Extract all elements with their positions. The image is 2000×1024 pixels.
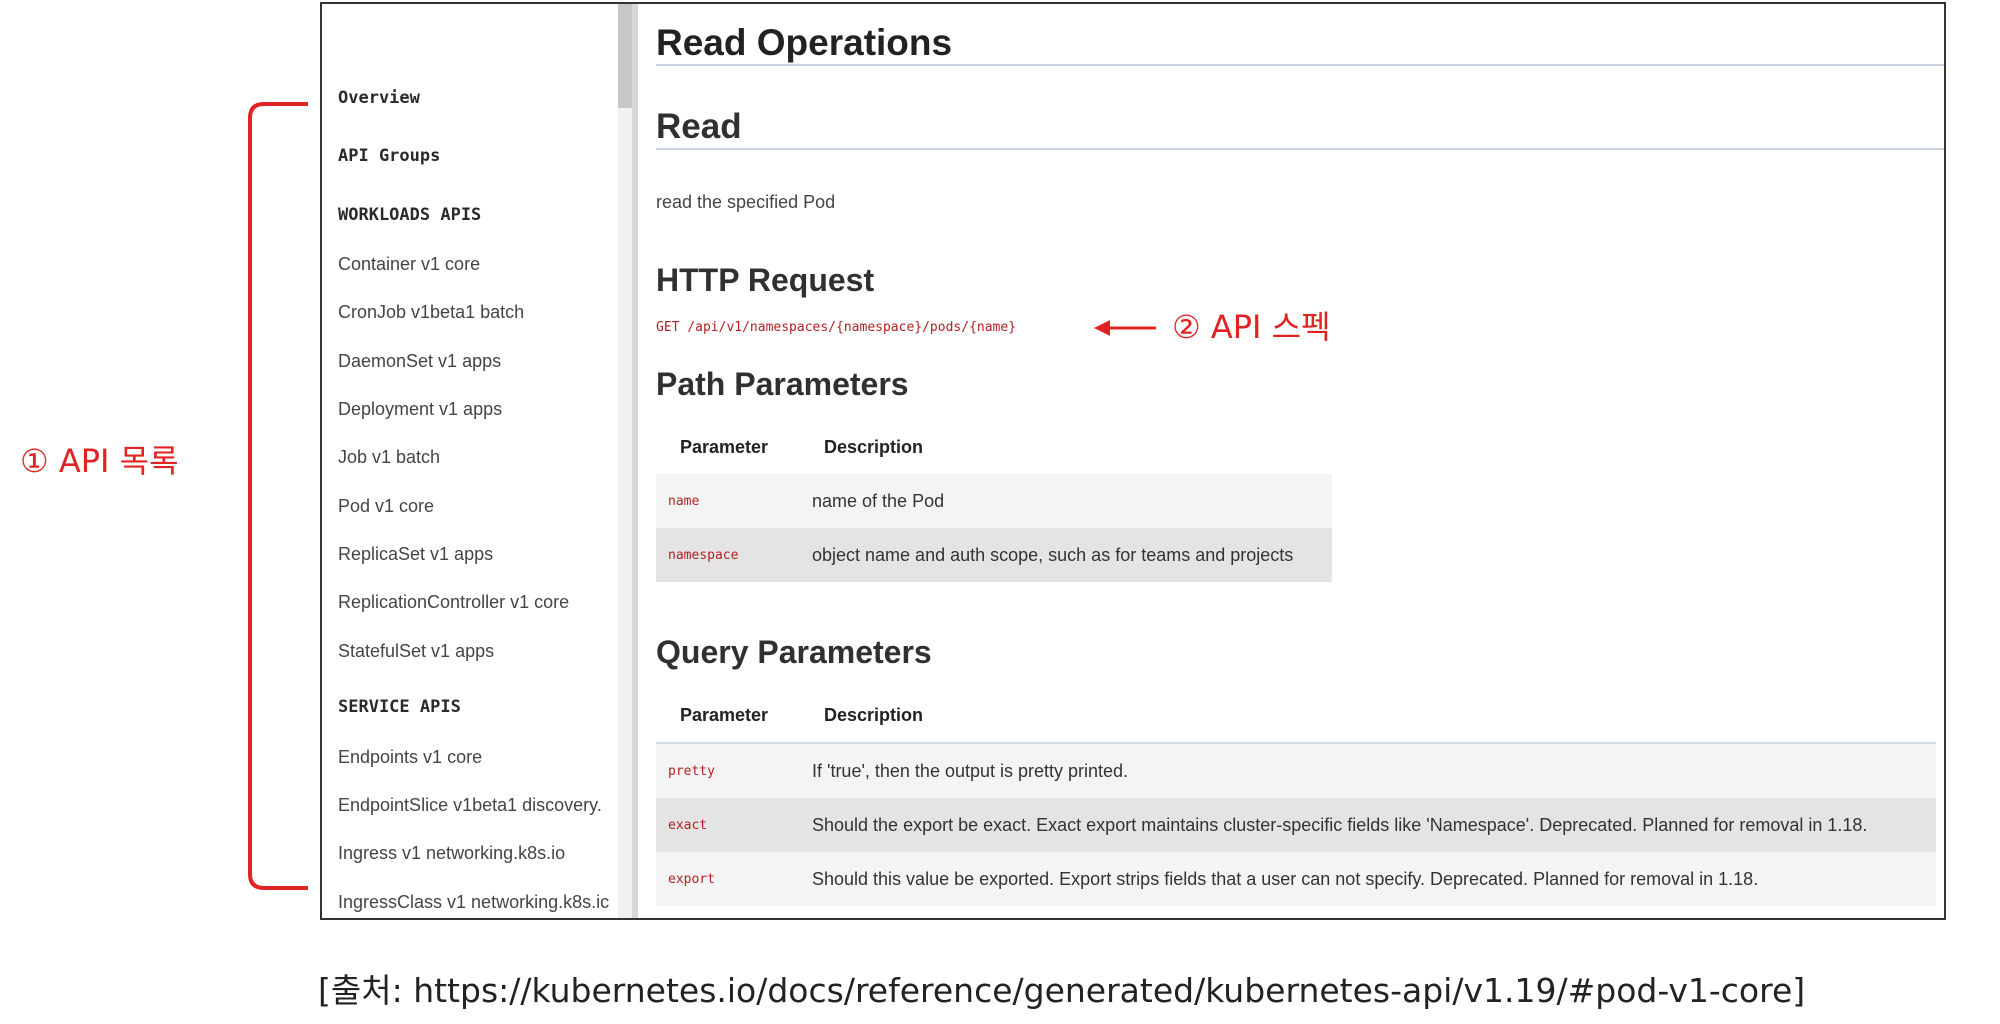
sidebar-scrollbar-thumb[interactable] xyxy=(618,4,632,108)
table-row: exact Should the export be exact. Exact … xyxy=(656,798,1936,852)
path-parameters-table: Parameter Description name name of the P… xyxy=(656,420,1332,582)
sidebar-item-replicaset[interactable]: ReplicaSet v1 apps xyxy=(338,544,493,565)
sidebar-item-cronjob[interactable]: CronJob v1beta1 batch xyxy=(338,302,524,323)
table-header-description: Description xyxy=(824,436,924,457)
sidebar-item-overview[interactable]: Overview xyxy=(338,88,420,108)
param-description: object name and auth scope, such as for … xyxy=(800,528,1332,582)
param-description: name of the Pod xyxy=(800,474,1332,528)
sidebar-item-api-groups[interactable]: API Groups xyxy=(338,146,440,166)
sidebar-item-ingressclass[interactable]: IngressClass v1 networking.k8s.ic xyxy=(338,892,609,913)
param-name: name xyxy=(656,474,800,528)
table-row: namespace object name and auth scope, su… xyxy=(656,528,1332,582)
sidebar-item-replicationcontroller[interactable]: ReplicationController v1 core xyxy=(338,592,569,613)
sidebar-item-daemonset[interactable]: DaemonSet v1 apps xyxy=(338,351,501,372)
table-header-parameter: Parameter xyxy=(656,688,800,744)
path-parameters-heading: Path Parameters xyxy=(656,366,909,402)
query-parameters-table: Parameter Description pretty If 'true', … xyxy=(656,688,1936,906)
sidebar-section-workloads-apis[interactable]: WORKLOADS APIS xyxy=(338,205,481,225)
query-parameters-heading: Query Parameters xyxy=(656,634,932,670)
table-row: name name of the Pod xyxy=(656,474,1332,528)
operation-description: read the specified Pod xyxy=(656,192,836,212)
sidebar-section-service-apis[interactable]: SERVICE APIS xyxy=(338,697,461,717)
param-name: export xyxy=(656,852,800,906)
table-header-row: Parameter Description xyxy=(656,688,1936,744)
param-name: exact xyxy=(656,798,800,852)
table-header-parameter: Parameter xyxy=(680,436,769,457)
table-header-row: Parameter Description xyxy=(656,420,1332,474)
api-list-bracket-icon xyxy=(248,102,308,890)
sidebar-item-endpoints[interactable]: Endpoints v1 core xyxy=(338,747,482,768)
sidebar-item-statefulset[interactable]: StatefulSet v1 apps xyxy=(338,641,494,662)
http-request-heading: HTTP Request xyxy=(656,262,875,298)
api-spec-arrow-icon xyxy=(1094,320,1156,336)
sidebar: Overview API Groups WORKLOADS APIS Conta… xyxy=(322,4,638,918)
table-row: pretty If 'true', then the output is pre… xyxy=(656,743,1936,798)
title-rule xyxy=(656,64,1944,66)
sidebar-item-endpointslice[interactable]: EndpointSlice v1beta1 discovery. xyxy=(338,795,602,816)
table-header-description: Description xyxy=(800,688,1936,744)
page-title: Read Operations xyxy=(656,22,953,63)
param-name: pretty xyxy=(656,743,800,798)
annotation-api-spec: ② API 스펙 xyxy=(1172,308,1331,346)
http-request-line: GET /api/v1/namespaces/{namespace}/pods/… xyxy=(656,320,1017,335)
table-row: export Should this value be exported. Ex… xyxy=(656,852,1936,906)
param-description: Should this value be exported. Export st… xyxy=(800,852,1936,906)
sidebar-item-job[interactable]: Job v1 batch xyxy=(338,447,440,468)
sidebar-item-deployment[interactable]: Deployment v1 apps xyxy=(338,399,502,420)
sidebar-item-pod[interactable]: Pod v1 core xyxy=(338,496,434,517)
param-name: namespace xyxy=(656,528,800,582)
annotation-api-list: ① API 목록 xyxy=(20,442,179,480)
source-caption: [출처: https://kubernetes.io/docs/referenc… xyxy=(318,971,1806,1010)
sidebar-item-container[interactable]: Container v1 core xyxy=(338,254,480,275)
screenshot-frame: Overview API Groups WORKLOADS APIS Conta… xyxy=(320,2,1946,920)
sidebar-item-ingress[interactable]: Ingress v1 networking.k8s.io xyxy=(338,843,565,864)
param-description: If 'true', then the output is pretty pri… xyxy=(800,743,1936,798)
sidebar-scrollbar-track[interactable] xyxy=(618,4,632,918)
param-description: Should the export be exact. Exact export… xyxy=(800,798,1936,852)
section-heading-read: Read xyxy=(656,107,742,146)
section-rule xyxy=(656,148,1944,150)
main-content: Read Operations Read read the specified … xyxy=(642,4,1944,918)
